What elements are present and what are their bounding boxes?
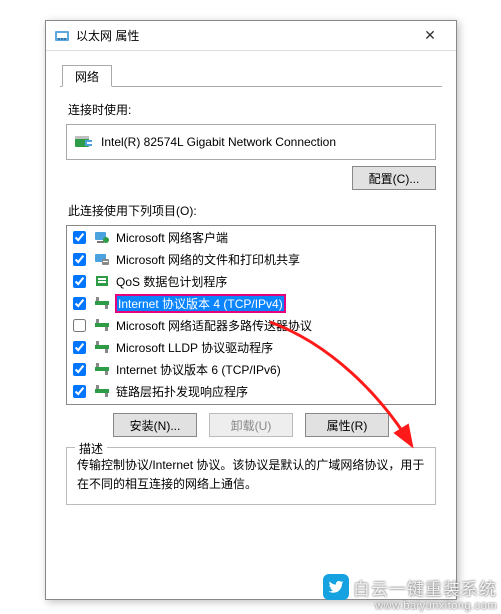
listbox-scroll[interactable]: Microsoft 网络客户端 Microsoft 网络的文件和打印机共享 QoS … — [67, 226, 435, 404]
item-buttons-row: 安装(N)... 卸载(U) 属性(R) — [66, 413, 436, 437]
description-group: 描述 传输控制协议/Internet 协议。该协议是默认的广域网络协议，用于在不… — [66, 447, 436, 505]
client-icon — [94, 229, 110, 245]
list-item-label: Microsoft 网络客户端 — [116, 229, 228, 246]
list-item-checkbox[interactable] — [73, 363, 86, 376]
network-card-icon — [75, 134, 93, 150]
properties-button[interactable]: 属性(R) — [305, 413, 389, 437]
list-item-label: Microsoft 网络的文件和打印机共享 — [116, 251, 300, 268]
network-items-listbox[interactable]: Microsoft 网络客户端 Microsoft 网络的文件和打印机共享 QoS … — [66, 225, 436, 405]
configure-row: 配置(C)... — [66, 166, 436, 190]
proto-icon — [94, 361, 110, 377]
list-item-checkbox[interactable] — [73, 385, 86, 398]
titlebar[interactable]: 以太网 属性 ✕ — [46, 21, 456, 51]
description-text: 传输控制协议/Internet 协议。该协议是默认的广域网络协议，用于在不同的相… — [77, 456, 425, 494]
proto-icon — [94, 295, 110, 311]
list-item-checkbox[interactable] — [73, 275, 86, 288]
tab-underline — [60, 86, 442, 87]
share-icon — [94, 251, 110, 267]
list-item[interactable]: QoS 数据包计划程序 — [67, 270, 435, 292]
proto-icon — [94, 383, 110, 399]
tab-panel: 连接时使用: Intel(R) 82574L Gigabit Network C… — [60, 87, 442, 511]
list-item-label: Internet 协议版本 4 (TCP/IPv4) — [116, 295, 285, 312]
list-item[interactable]: Microsoft 网络客户端 — [67, 226, 435, 248]
tab-row: 网络 — [60, 61, 442, 87]
tab-network[interactable]: 网络 — [62, 65, 112, 87]
list-item-label: Microsoft LLDP 协议驱动程序 — [116, 339, 273, 356]
list-item-checkbox[interactable] — [73, 231, 86, 244]
list-item-label: Internet 协议版本 6 (TCP/IPv6) — [116, 361, 281, 378]
connect-using-label: 连接时使用: — [68, 101, 436, 118]
description-legend: 描述 — [75, 440, 107, 457]
list-item-checkbox[interactable] — [73, 297, 86, 310]
watermark-brand: 白云一键重装系统 www.baiyunxitong.com — [323, 574, 497, 612]
install-button[interactable]: 安装(N)... — [113, 413, 197, 437]
window-title: 以太网 属性 — [76, 27, 410, 44]
items-label: 此连接使用下列项目(O): — [68, 202, 436, 219]
brand-url: www.baiyunxitong.com — [375, 600, 497, 612]
list-item[interactable]: Microsoft 网络的文件和打印机共享 — [67, 248, 435, 270]
proto-icon — [94, 339, 110, 355]
ethernet-icon — [54, 28, 70, 44]
proto-icon — [94, 317, 110, 333]
configure-button[interactable]: 配置(C)... — [352, 166, 436, 190]
list-item[interactable]: 链路层拓扑发现响应程序 — [67, 380, 435, 402]
list-item-label: QoS 数据包计划程序 — [116, 273, 227, 290]
close-button[interactable]: ✕ — [410, 22, 450, 50]
list-item[interactable]: Microsoft LLDP 协议驱动程序 — [67, 336, 435, 358]
brand-text: 白云一键重装系统 — [353, 575, 497, 600]
list-item-checkbox[interactable] — [73, 319, 86, 332]
adapter-name: Intel(R) 82574L Gigabit Network Connecti… — [101, 135, 336, 149]
list-item-checkbox[interactable] — [73, 341, 86, 354]
ethernet-properties-window: 以太网 属性 ✕ 网络 连接时使用: Intel(R) 82574L Gigab… — [45, 20, 457, 600]
brand-bird-icon — [323, 574, 349, 600]
list-item[interactable]: Internet 协议版本 4 (TCP/IPv4) — [67, 292, 435, 314]
client-area: 网络 连接时使用: Intel(R) 82574L Gigabit Networ… — [46, 51, 456, 523]
list-item[interactable]: Internet 协议版本 6 (TCP/IPv6) — [67, 358, 435, 380]
list-item-checkbox[interactable] — [73, 253, 86, 266]
adapter-box: Intel(R) 82574L Gigabit Network Connecti… — [66, 124, 436, 160]
list-item-label: Microsoft 网络适配器多路传送器协议 — [116, 317, 312, 334]
list-item-label: 链路层拓扑发现响应程序 — [116, 383, 248, 400]
qos-icon — [94, 273, 110, 289]
list-item[interactable]: Microsoft 网络适配器多路传送器协议 — [67, 314, 435, 336]
uninstall-button: 卸载(U) — [209, 413, 293, 437]
